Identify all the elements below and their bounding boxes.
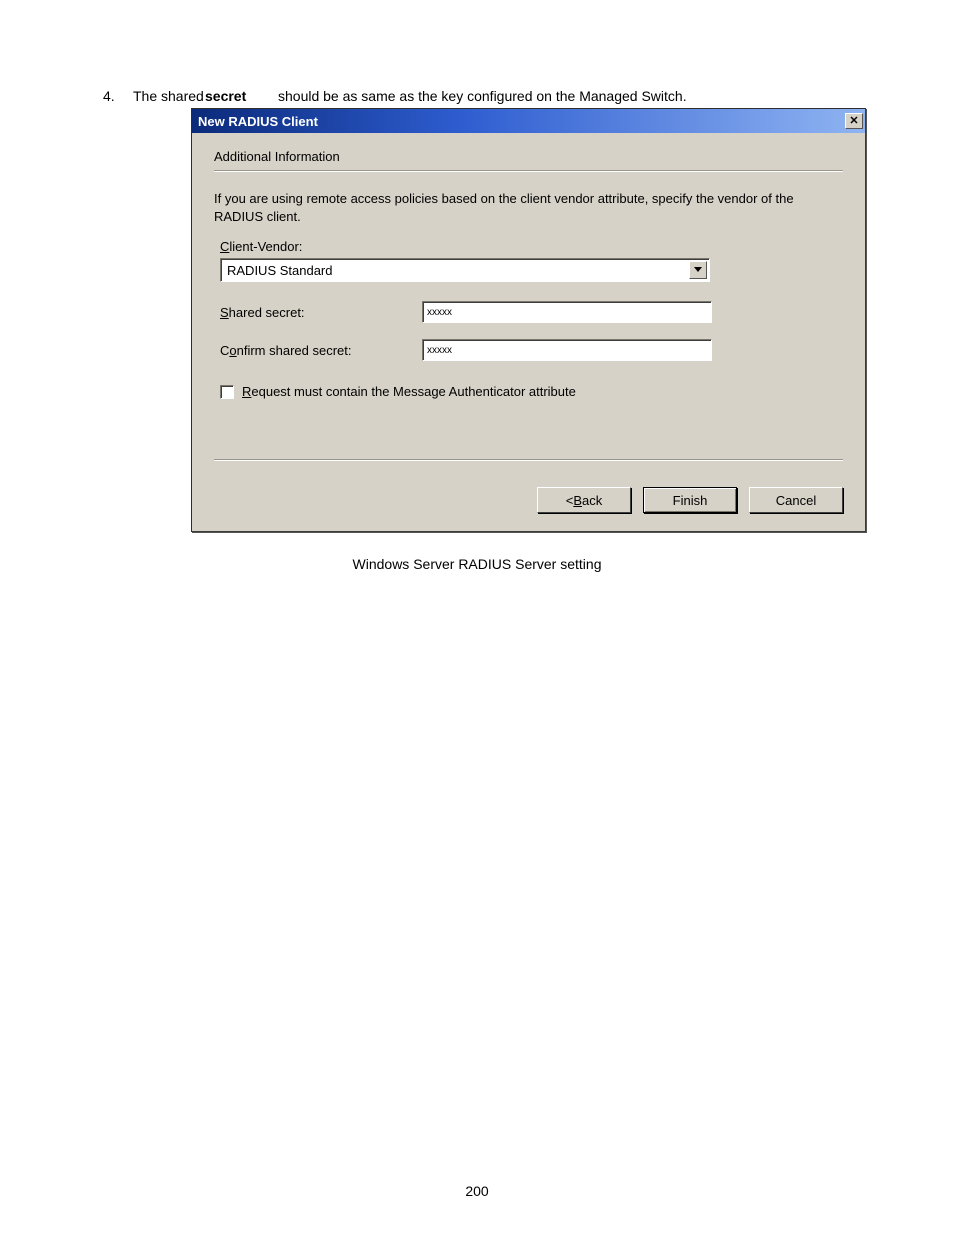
divider-bottom	[214, 459, 843, 461]
instruction-prefix: The shared	[133, 88, 204, 104]
instruction-line: 4. The shared secret should be as same a…	[103, 88, 115, 104]
instruction-secret: secret	[205, 88, 246, 104]
cancel-button[interactable]: Cancel	[749, 487, 843, 513]
back-button[interactable]: < Back	[537, 487, 631, 513]
divider	[214, 170, 843, 172]
instruction-suffix: should be as same as the key configured …	[278, 88, 687, 104]
message-authenticator-checkbox[interactable]	[220, 385, 234, 399]
close-button[interactable]: ✕	[845, 113, 863, 129]
shared-secret-label: Shared secret:	[220, 305, 422, 320]
section-heading: Additional Information	[214, 149, 843, 164]
list-number: 4.	[103, 88, 115, 104]
client-vendor-label: Client-Vendor:	[220, 239, 843, 254]
description-text: If you are using remote access policies …	[214, 190, 843, 225]
chevron-down-icon	[694, 267, 702, 273]
figure-caption: Windows Server RADIUS Server setting	[0, 556, 954, 572]
page-number: 200	[0, 1183, 954, 1199]
dialog-title: New RADIUS Client	[198, 114, 318, 129]
dropdown-button[interactable]	[689, 261, 707, 279]
message-authenticator-label: Request must contain the Message Authent…	[242, 384, 576, 399]
confirm-secret-label: Confirm shared secret:	[220, 343, 422, 358]
close-icon: ✕	[849, 116, 858, 127]
confirm-secret-input[interactable]	[422, 339, 712, 361]
client-vendor-value: RADIUS Standard	[227, 263, 333, 278]
client-vendor-select[interactable]: RADIUS Standard	[220, 258, 710, 282]
button-row: < Back Finish Cancel	[192, 471, 865, 531]
finish-button[interactable]: Finish	[643, 487, 737, 513]
dialog-new-radius-client: New RADIUS Client ✕ Additional Informati…	[191, 108, 866, 532]
titlebar: New RADIUS Client ✕	[192, 109, 865, 133]
shared-secret-input[interactable]	[422, 301, 712, 323]
